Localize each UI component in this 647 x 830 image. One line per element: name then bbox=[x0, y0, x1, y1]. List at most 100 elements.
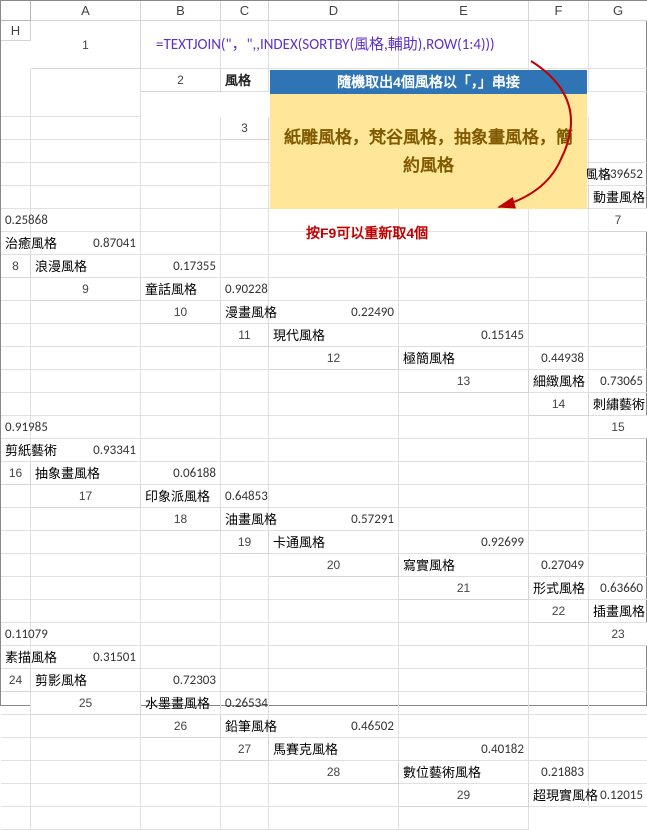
cell[interactable] bbox=[221, 623, 269, 646]
cell[interactable] bbox=[1, 278, 31, 301]
cell[interactable] bbox=[31, 186, 141, 209]
cell[interactable] bbox=[1, 393, 31, 416]
row-header-24[interactable]: 24 bbox=[1, 669, 31, 692]
cell-b17[interactable]: 0.64853 bbox=[221, 485, 269, 508]
cell-a26[interactable]: 鉛筆風格 bbox=[221, 715, 269, 738]
cell[interactable] bbox=[269, 692, 399, 715]
cell-b9[interactable]: 0.90228 bbox=[221, 278, 269, 301]
cell[interactable] bbox=[31, 554, 141, 577]
cell-a21[interactable]: 形式風格 bbox=[529, 577, 589, 600]
row-header-20[interactable]: 20 bbox=[269, 554, 399, 577]
cell[interactable] bbox=[589, 232, 647, 255]
cell[interactable] bbox=[529, 738, 589, 761]
cell-b13[interactable]: 0.73065 bbox=[589, 370, 647, 393]
cell[interactable] bbox=[31, 715, 141, 738]
cell[interactable] bbox=[269, 255, 399, 278]
cell-b21[interactable]: 0.63660 bbox=[589, 577, 647, 600]
cell[interactable] bbox=[221, 232, 269, 255]
cell[interactable] bbox=[589, 715, 647, 738]
cell[interactable] bbox=[141, 347, 221, 370]
cell[interactable] bbox=[529, 439, 589, 462]
row-header-13[interactable]: 13 bbox=[399, 370, 529, 393]
row-header-1[interactable]: 1 bbox=[31, 21, 141, 69]
cell[interactable] bbox=[31, 738, 141, 761]
cell[interactable] bbox=[529, 508, 589, 531]
cell-a8[interactable]: 浪漫風格 bbox=[31, 255, 141, 278]
cell-b5[interactable]: 0.39652 bbox=[589, 163, 647, 186]
cell[interactable] bbox=[529, 232, 589, 255]
cell[interactable] bbox=[31, 347, 141, 370]
cell[interactable] bbox=[269, 278, 399, 301]
cell-b7[interactable]: 0.87041 bbox=[31, 232, 141, 255]
cell[interactable] bbox=[31, 531, 141, 554]
row-header-10[interactable]: 10 bbox=[141, 301, 221, 324]
cell[interactable] bbox=[221, 646, 269, 669]
cell-a11[interactable]: 現代風格 bbox=[269, 324, 399, 347]
cell-b23[interactable]: 0.31501 bbox=[31, 646, 141, 669]
cell[interactable] bbox=[31, 370, 141, 393]
cell[interactable] bbox=[221, 784, 269, 807]
cell-a14[interactable]: 刺繡藝術 bbox=[589, 393, 647, 416]
cell[interactable] bbox=[589, 669, 647, 692]
cell[interactable] bbox=[31, 117, 141, 140]
cell[interactable] bbox=[529, 646, 589, 669]
cell[interactable] bbox=[399, 692, 529, 715]
cell[interactable] bbox=[399, 416, 529, 439]
cell[interactable] bbox=[589, 462, 647, 485]
cell-b28[interactable]: 0.21883 bbox=[529, 761, 589, 784]
cell-b19[interactable]: 0.92699 bbox=[399, 531, 529, 554]
row-header-19[interactable]: 19 bbox=[221, 531, 269, 554]
cell-a18[interactable]: 油畫風格 bbox=[221, 508, 269, 531]
row-header-14[interactable]: 14 bbox=[529, 393, 589, 416]
cell[interactable] bbox=[141, 439, 221, 462]
cell[interactable] bbox=[529, 209, 589, 232]
cell[interactable] bbox=[31, 416, 141, 439]
cell[interactable] bbox=[399, 255, 529, 278]
cell[interactable] bbox=[141, 623, 221, 646]
cell[interactable] bbox=[141, 117, 221, 140]
cell[interactable] bbox=[399, 278, 529, 301]
cell[interactable] bbox=[31, 600, 141, 623]
cell[interactable] bbox=[141, 163, 221, 186]
cell[interactable] bbox=[589, 531, 647, 554]
cell[interactable] bbox=[1, 738, 31, 761]
cell[interactable] bbox=[1, 784, 31, 807]
cell[interactable] bbox=[1, 577, 31, 600]
cell-b15[interactable]: 0.93341 bbox=[31, 439, 141, 462]
cell[interactable] bbox=[141, 140, 221, 163]
cell[interactable] bbox=[269, 807, 399, 830]
cell[interactable] bbox=[221, 163, 269, 186]
row-header-9[interactable]: 9 bbox=[31, 278, 141, 301]
cell[interactable] bbox=[141, 554, 221, 577]
cell-a12[interactable]: 極簡風格 bbox=[399, 347, 529, 370]
corner-cell[interactable] bbox=[1, 1, 31, 21]
cell[interactable] bbox=[269, 462, 399, 485]
cell-b29[interactable]: 0.12015 bbox=[589, 784, 647, 807]
cell[interactable] bbox=[31, 508, 141, 531]
cell[interactable] bbox=[221, 140, 269, 163]
cell[interactable] bbox=[141, 324, 221, 347]
cell[interactable] bbox=[529, 301, 589, 324]
cell[interactable] bbox=[269, 577, 399, 600]
cell[interactable] bbox=[589, 347, 647, 370]
cell[interactable] bbox=[529, 485, 589, 508]
cell[interactable] bbox=[529, 255, 589, 278]
cell[interactable] bbox=[529, 324, 589, 347]
cell-b16[interactable]: 0.06188 bbox=[141, 462, 221, 485]
cell-b22[interactable]: 0.11079 bbox=[1, 623, 31, 646]
cell[interactable] bbox=[1, 370, 31, 393]
cell[interactable] bbox=[529, 531, 589, 554]
cell-a6[interactable]: 動畫風格 bbox=[589, 186, 647, 209]
cell[interactable] bbox=[529, 21, 589, 69]
cell-b24[interactable]: 0.72303 bbox=[141, 669, 221, 692]
row-header-17[interactable]: 17 bbox=[31, 485, 141, 508]
cell[interactable] bbox=[399, 646, 529, 669]
cell-b27[interactable]: 0.40182 bbox=[399, 738, 529, 761]
row-header-15[interactable]: 15 bbox=[589, 416, 647, 439]
cell-a22[interactable]: 插畫風格 bbox=[589, 600, 647, 623]
cell[interactable] bbox=[141, 531, 221, 554]
row-header-12[interactable]: 12 bbox=[269, 347, 399, 370]
cell[interactable] bbox=[1, 508, 31, 531]
cell[interactable] bbox=[31, 69, 141, 117]
cell[interactable] bbox=[269, 623, 399, 646]
